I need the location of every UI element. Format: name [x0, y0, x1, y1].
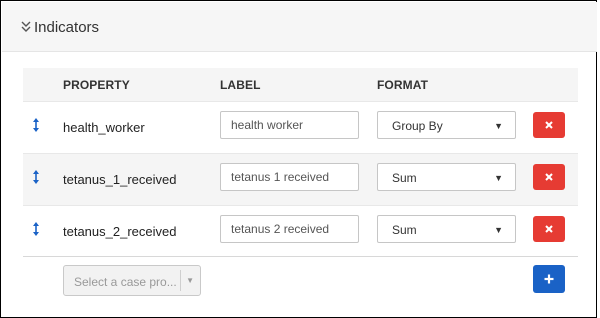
delete-button[interactable]: [533, 164, 565, 190]
format-select-value: Sum: [392, 223, 417, 237]
table-row: tetanus_1_received Sum ▼: [23, 153, 578, 205]
format-select[interactable]: Sum ▼: [377, 163, 516, 191]
plus-icon: [544, 274, 554, 284]
property-name: tetanus_2_received: [63, 224, 177, 239]
format-select[interactable]: Group By ▼: [377, 111, 516, 139]
label-input[interactable]: [220, 215, 359, 243]
table-row: tetanus_2_received Sum ▼: [23, 205, 578, 257]
double-chevron-down-icon: [21, 21, 31, 32]
column-header-label: LABEL: [220, 78, 261, 92]
panel-header[interactable]: Indicators: [2, 2, 597, 52]
close-icon: [545, 173, 553, 181]
add-indicator-button[interactable]: [533, 265, 565, 293]
select-divider: [180, 270, 181, 291]
case-property-placeholder: Select a case pro...: [74, 275, 177, 289]
indicators-panel: Indicators PROPERTY LABEL FORMAT health_…: [0, 0, 597, 318]
footer-divider: [23, 256, 578, 257]
close-icon: [545, 225, 553, 233]
column-header-property: PROPERTY: [63, 78, 130, 92]
close-icon: [545, 121, 553, 129]
property-name: tetanus_1_received: [63, 172, 177, 187]
column-header-format: FORMAT: [377, 78, 429, 92]
table-row: health_worker Group By ▼: [23, 101, 578, 153]
caret-down-icon: ▼: [494, 173, 503, 183]
drag-handle-icon[interactable]: [32, 170, 40, 184]
label-input[interactable]: [220, 111, 359, 139]
indicators-table: PROPERTY LABEL FORMAT health_worker Grou…: [23, 68, 578, 257]
format-select-value: Sum: [392, 171, 417, 185]
delete-button[interactable]: [533, 112, 565, 138]
format-select[interactable]: Sum ▼: [377, 215, 516, 243]
drag-handle-icon[interactable]: [32, 222, 40, 236]
case-property-select[interactable]: Select a case pro... ▼: [63, 265, 201, 296]
property-name: health_worker: [63, 120, 145, 135]
panel-title: Indicators: [34, 19, 100, 36]
format-select-value: Group By: [392, 119, 443, 133]
label-input[interactable]: [220, 163, 359, 191]
caret-down-icon: ▼: [494, 121, 503, 131]
delete-button[interactable]: [533, 216, 565, 242]
caret-down-icon: ▼: [494, 225, 503, 235]
drag-handle-icon[interactable]: [32, 118, 40, 132]
caret-down-icon: ▼: [186, 276, 194, 285]
table-header: PROPERTY LABEL FORMAT: [23, 68, 578, 101]
